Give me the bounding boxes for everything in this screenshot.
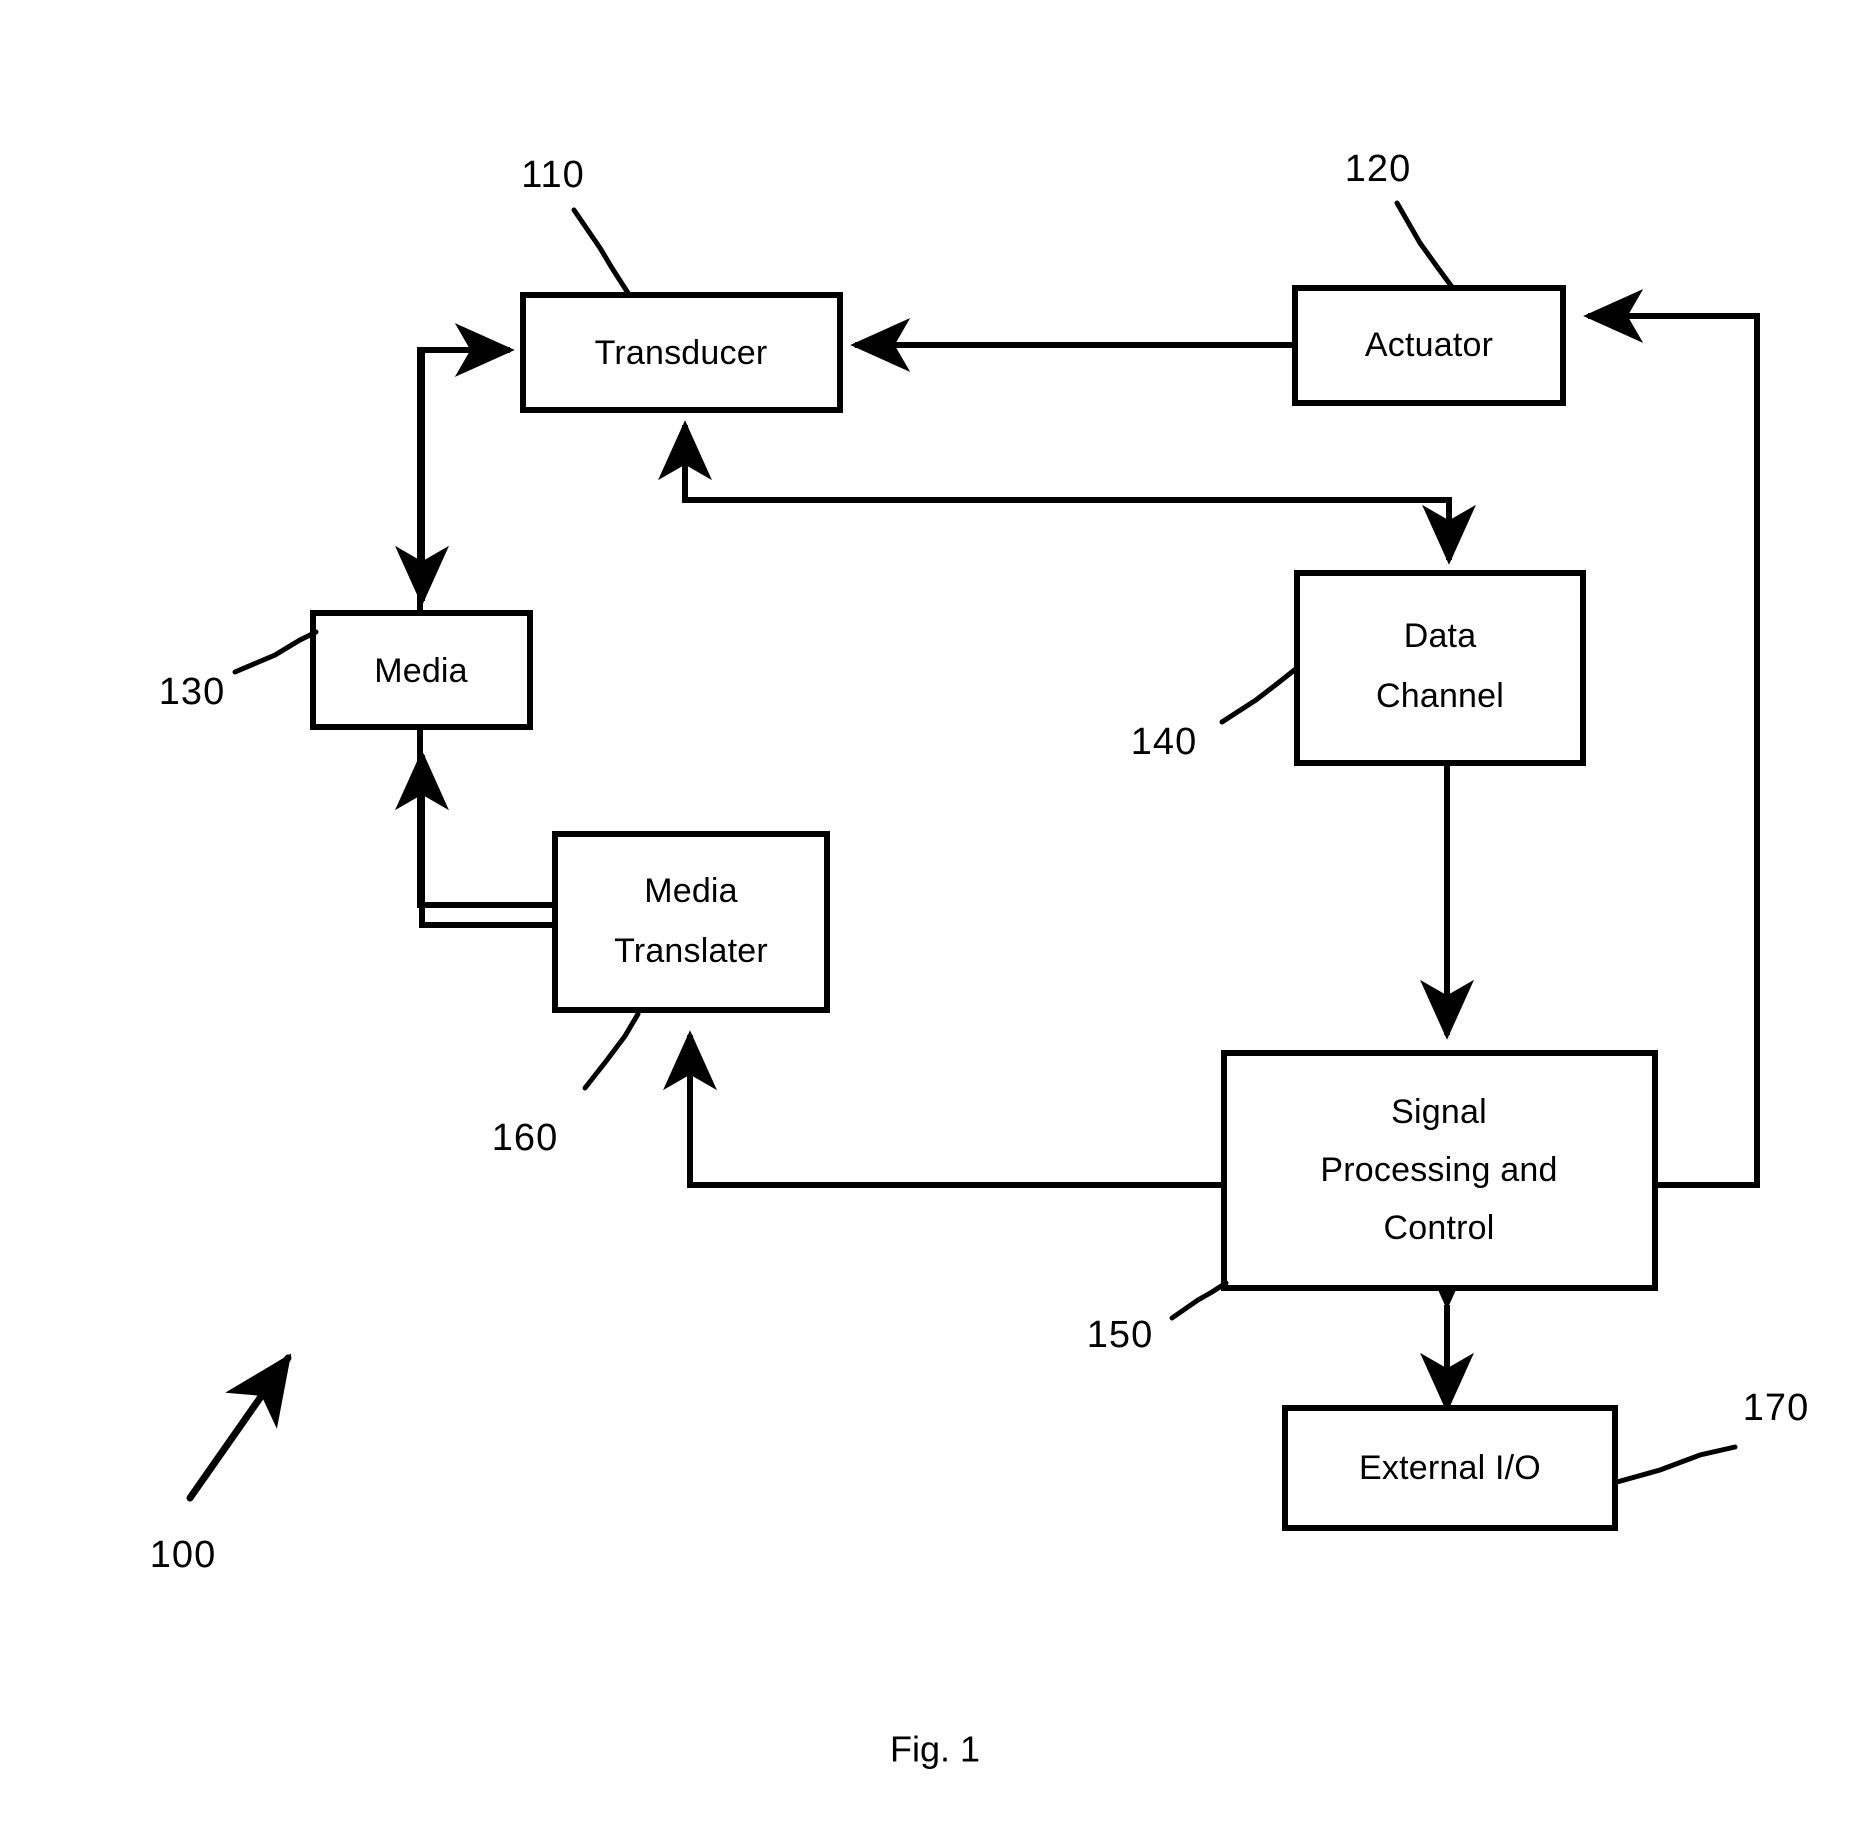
connector-mediatranslater-to-media [395,750,555,928]
node-media-translater-label-line2: Translater [614,932,768,970]
node-media-label: Media [374,652,468,690]
node-actuator-label: Actuator [1365,326,1493,364]
reference-120-label: 120 [1345,148,1411,190]
node-signal-processing-label-line3: Control [1383,1209,1494,1247]
node-external-io[interactable]: External I/O [1282,1405,1618,1531]
patent-figure: Transducer Actuator Media Data Channel M… [0,0,1871,1828]
node-transducer[interactable]: Transducer [520,292,843,413]
block-diagram: Transducer Actuator Media Data Channel M… [150,148,1809,1770]
node-signal-processing-label-line1: Signal [1391,1093,1487,1131]
node-data-channel-label-line2: Channel [1376,677,1504,715]
node-actuator[interactable]: Actuator [1292,285,1566,406]
reference-100-label: 100 [150,1534,216,1576]
reference-170-label: 170 [1743,1387,1809,1429]
node-signal-processing-label-line2: Processing and [1320,1151,1557,1189]
connector-datachannel-branch-to-transducer [658,420,1452,560]
reference-150-label: 150 [1087,1314,1153,1356]
figure-caption: Fig. 1 [890,1729,980,1770]
reference-110-label: 110 [521,154,585,196]
node-media[interactable]: Media [310,610,533,730]
node-media-translater[interactable]: Media Translater [552,831,830,1013]
node-data-channel-label-line1: Data [1404,617,1477,655]
node-transducer-label: Transducer [595,334,768,372]
node-external-io-label: External I/O [1359,1449,1541,1487]
node-media-translater-label-line1: Media [644,872,738,910]
reference-150: 150 [1087,1280,1229,1356]
reference-100: 100 [150,1353,292,1576]
node-data-channel[interactable]: Data Channel [1294,570,1586,766]
reference-170: 170 [1614,1387,1809,1485]
reference-110: 110 [521,154,631,296]
connector-signalprocessing-to-mediatranslater [663,1030,1224,1188]
reference-140: 140 [1131,665,1300,763]
node-signal-processing[interactable]: Signal Processing and Control [1221,1050,1658,1291]
reference-130: 130 [159,629,319,713]
reference-130-label: 130 [159,671,225,713]
reference-160: 160 [492,1011,641,1159]
reference-140-label: 140 [1131,721,1197,763]
reference-160-label: 160 [492,1117,558,1159]
reference-120: 120 [1345,148,1455,290]
